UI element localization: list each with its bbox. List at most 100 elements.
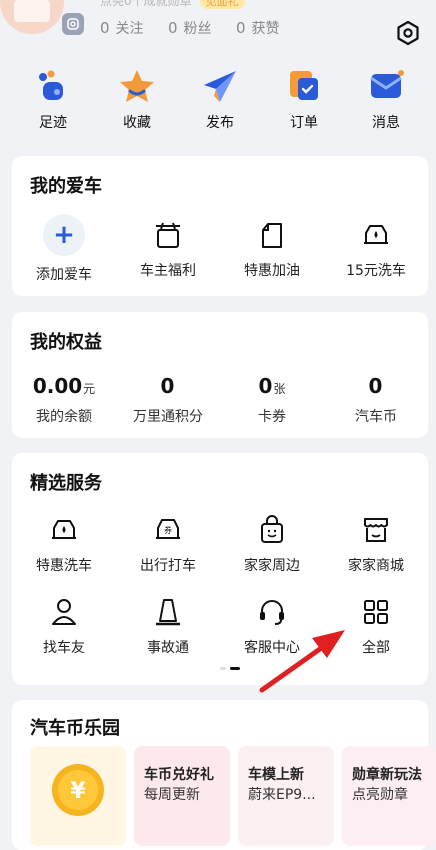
- order-icon: [286, 68, 322, 104]
- service-taxi[interactable]: 券 出行打车: [116, 515, 220, 575]
- points-item[interactable]: 0 万里通积分: [116, 374, 220, 426]
- stat-label: 粉丝: [183, 21, 212, 37]
- item-label: 车主福利: [140, 263, 196, 279]
- settings-icon[interactable]: [395, 20, 421, 46]
- gift-icon: [153, 220, 183, 250]
- item-label: 万里通积分: [133, 409, 203, 425]
- quick-actions: 足迹 收藏 发布 订单 消息: [0, 68, 436, 138]
- stat-number: 0: [100, 19, 110, 37]
- paper-plane-icon: [202, 68, 238, 104]
- promo-subtitle: 蔚来EP9...: [248, 787, 316, 803]
- stat-number: 0: [236, 19, 246, 37]
- promo-subtitle: 每周更新: [144, 787, 200, 803]
- page-indicator: [220, 667, 242, 671]
- achievement-badge: 见面礼: [199, 0, 245, 9]
- promo-title: 车币兑好礼: [144, 767, 214, 783]
- service-mall[interactable]: 家家商城: [324, 515, 428, 575]
- service-nearby[interactable]: 家家周边: [220, 515, 324, 575]
- stat-label: 获赞: [251, 21, 280, 37]
- item-label: 添加爱车: [36, 267, 92, 283]
- service-label: 事故通: [147, 640, 189, 656]
- avatar[interactable]: [0, 0, 64, 34]
- footprint-icon: [35, 68, 71, 104]
- star-icon: [119, 68, 155, 104]
- promo-title: 勋章新玩法: [352, 767, 422, 783]
- profile-stats: 0 关注 0 粉丝 0 获赞: [100, 18, 300, 38]
- taxi-ticket-icon: 券: [153, 515, 183, 545]
- coupons-value: 0: [258, 374, 273, 398]
- quick-orders[interactable]: 订单: [269, 68, 339, 132]
- promo-card-medals[interactable]: 勋章新玩法 点亮勋章: [342, 746, 436, 846]
- store-icon: [361, 515, 391, 545]
- service-customer-center[interactable]: 客服中心: [220, 597, 324, 657]
- service-accident[interactable]: 事故通: [116, 597, 220, 657]
- cone-icon: [153, 597, 183, 627]
- services-card: 精选服务 特惠洗车 券 出行打车 家家周边 家家商城 找车友 事故通 客服中心 …: [12, 453, 428, 685]
- svg-text:¥: ¥: [70, 779, 86, 804]
- service-label: 特惠洗车: [36, 558, 92, 574]
- car-wash-icon: [49, 515, 79, 545]
- coupons-unit: 张: [273, 382, 286, 396]
- car-coins-item[interactable]: 0 汽车币: [324, 374, 428, 426]
- quick-label: 订单: [290, 115, 318, 131]
- promo-card-exchange[interactable]: 车币兑好礼 每周更新: [134, 746, 230, 846]
- balance-item[interactable]: 0.00元 我的余额: [12, 374, 116, 426]
- service-label: 全部: [362, 640, 390, 656]
- car-wash-icon: [361, 220, 391, 250]
- plus-icon: +: [43, 214, 85, 256]
- coin-promo-card[interactable]: ¥: [30, 746, 126, 846]
- service-all[interactable]: 全部: [324, 597, 428, 657]
- achievement-label: 点亮0个成就勋章: [100, 0, 192, 8]
- item-label: 汽车币: [355, 409, 397, 425]
- camera-icon[interactable]: [62, 13, 84, 35]
- headset-icon: [257, 597, 287, 627]
- stat-followers[interactable]: 0 粉丝: [168, 19, 212, 37]
- quick-publish[interactable]: 发布: [185, 68, 255, 132]
- service-label: 客服中心: [244, 640, 300, 656]
- service-label: 家家商城: [348, 558, 404, 574]
- section-title: 我的权益: [30, 332, 102, 353]
- profile-header: 点亮0个成就勋章 见面礼 0 关注 0 粉丝 0 获赞: [0, 0, 436, 62]
- svg-text:券: 券: [164, 525, 172, 535]
- owner-benefits-button[interactable]: 车主福利: [116, 220, 220, 280]
- coin-icon: ¥: [52, 764, 104, 816]
- bag-icon: [257, 515, 287, 545]
- service-label: 家家周边: [244, 558, 300, 574]
- stat-number: 0: [168, 19, 178, 37]
- points-value: 0: [160, 374, 175, 398]
- fuel-icon: [257, 220, 287, 250]
- item-label: 我的余额: [36, 409, 92, 425]
- stat-label: 关注: [115, 21, 144, 37]
- service-car-wash[interactable]: 特惠洗车: [12, 515, 116, 575]
- car-coins-value: 0: [368, 374, 383, 398]
- person-icon: [49, 597, 79, 627]
- car-wash-15-button[interactable]: 15元洗车: [324, 220, 428, 280]
- my-rights-card: 我的权益 0.00元 我的余额 0 万里通积分 0张 卡券 0 汽车币: [12, 312, 428, 438]
- stat-following[interactable]: 0 关注: [100, 19, 144, 37]
- service-label: 找车友: [43, 640, 85, 656]
- achievement-text[interactable]: 点亮0个成就勋章 见面礼: [100, 0, 245, 9]
- promo-title: 车模上新: [248, 767, 304, 783]
- coupons-item[interactable]: 0张 卡券: [220, 374, 324, 426]
- promo-card-models[interactable]: 车模上新 蔚来EP9...: [238, 746, 334, 846]
- my-car-card: 我的爱车 + 添加爱车 车主福利 特惠加油 15元洗车: [12, 156, 428, 296]
- add-car-button[interactable]: + 添加爱车: [12, 214, 116, 284]
- grid-icon: [361, 597, 391, 627]
- item-label: 特惠加油: [244, 263, 300, 279]
- quick-label: 收藏: [123, 115, 151, 131]
- item-label: 卡券: [258, 409, 286, 425]
- quick-label: 消息: [372, 115, 400, 131]
- balance-value: 0.00: [32, 374, 83, 398]
- quick-footprint[interactable]: 足迹: [18, 68, 88, 132]
- item-label: 15元洗车: [346, 263, 406, 279]
- quick-label: 足迹: [39, 115, 67, 131]
- stat-likes[interactable]: 0 获赞: [236, 19, 280, 37]
- service-label: 出行打车: [140, 558, 196, 574]
- message-icon: [368, 68, 404, 104]
- quick-messages[interactable]: 消息: [351, 68, 421, 132]
- quick-favorites[interactable]: 收藏: [102, 68, 172, 132]
- fuel-discount-button[interactable]: 特惠加油: [220, 220, 324, 280]
- service-find-friends[interactable]: 找车友: [12, 597, 116, 657]
- section-title: 精选服务: [30, 473, 102, 494]
- balance-unit: 元: [83, 382, 96, 396]
